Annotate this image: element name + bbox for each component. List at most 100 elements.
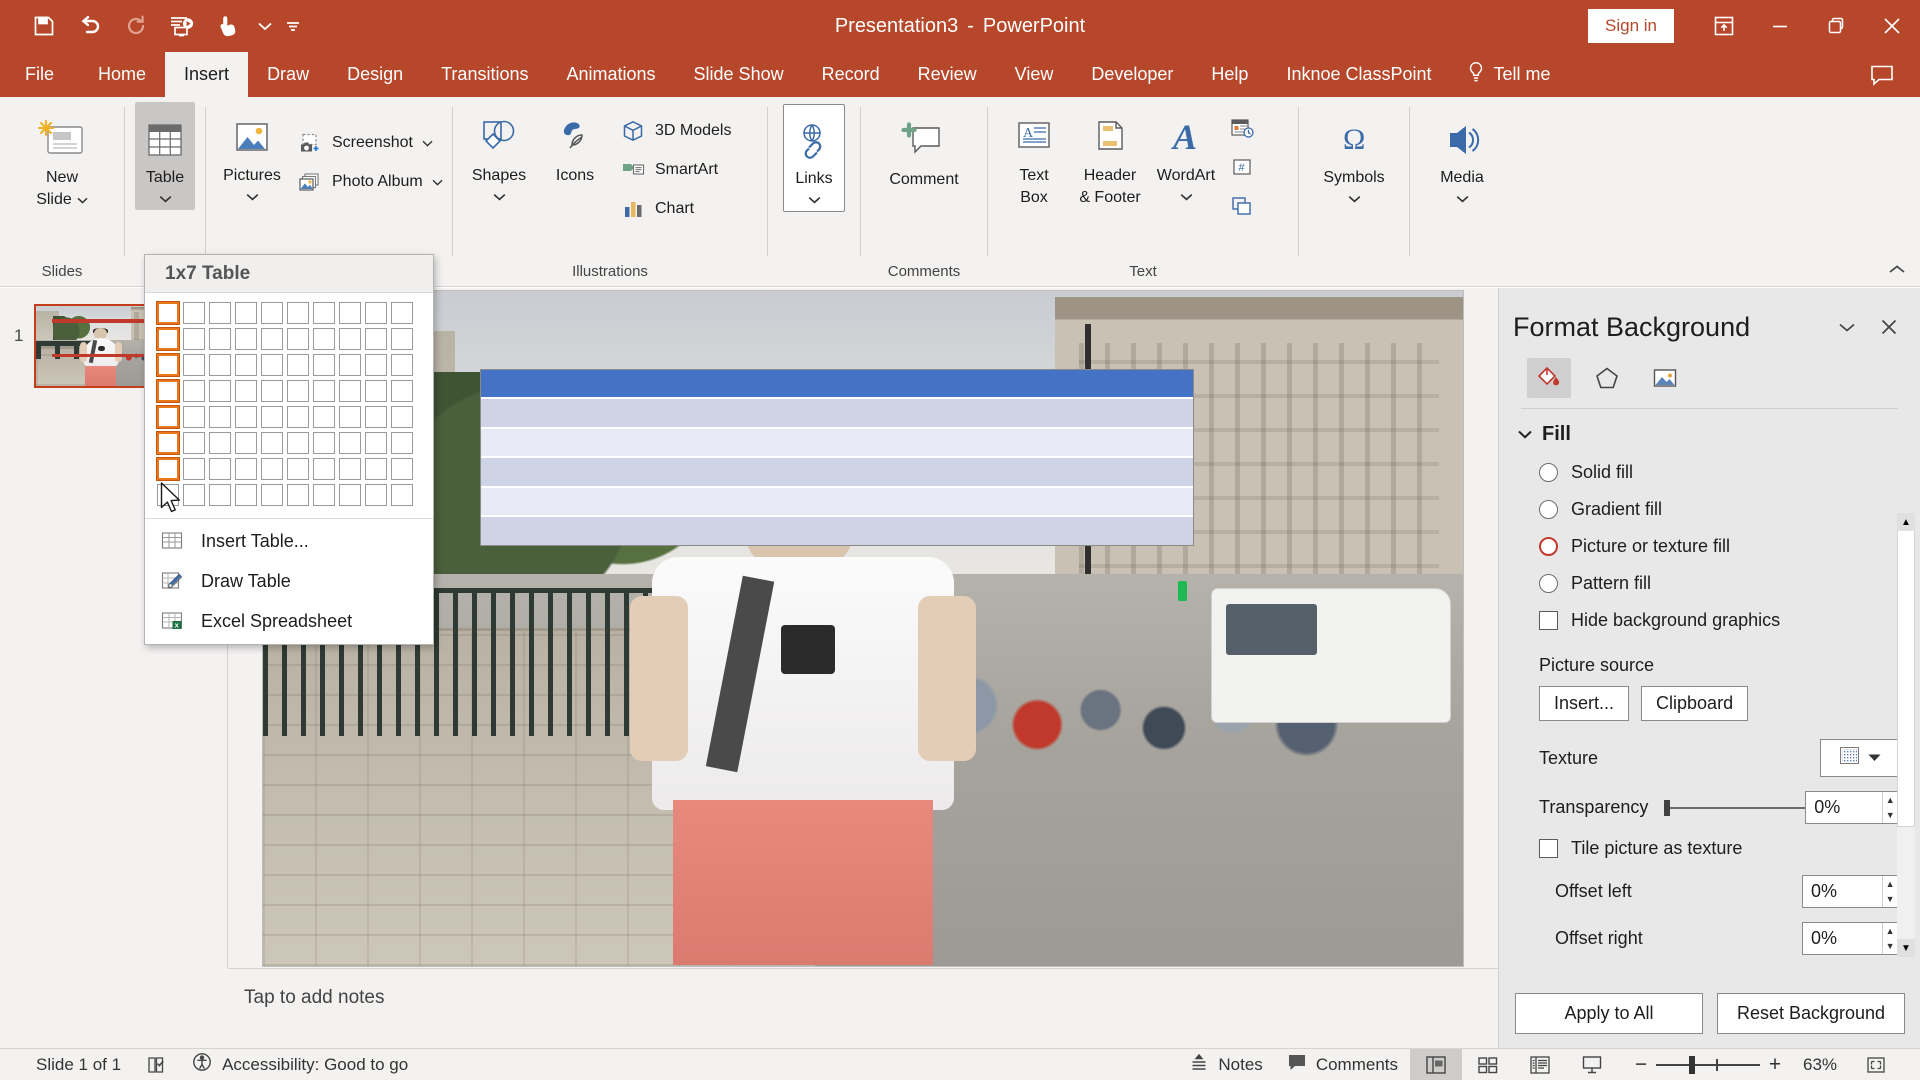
- grid-cell[interactable]: [365, 354, 387, 376]
- spinner-down-icon[interactable]: ▼: [1883, 808, 1897, 824]
- solid-fill-radio[interactable]: Solid fill: [1539, 462, 1898, 483]
- grid-cell[interactable]: [339, 458, 361, 480]
- draw-table-menu-item[interactable]: Draw Table: [145, 561, 433, 601]
- normal-view-button[interactable]: [1410, 1048, 1462, 1080]
- offset-left-spinbox[interactable]: ▲ ▼: [1802, 875, 1898, 908]
- pane-options-chevron-icon[interactable]: [1830, 310, 1864, 344]
- grid-cell[interactable]: [235, 328, 257, 350]
- comments-pane-icon[interactable]: [1858, 56, 1906, 94]
- chevron-down-icon[interactable]: [159, 189, 172, 209]
- picture-or-texture-fill-radio[interactable]: Picture or texture fill: [1539, 536, 1898, 557]
- text-box-button[interactable]: A Text Box: [996, 102, 1072, 209]
- grid-cell[interactable]: [156, 405, 180, 429]
- tab-transitions[interactable]: Transitions: [422, 52, 547, 97]
- qat-overflow-icon[interactable]: [280, 6, 306, 46]
- tab-inknoe-classpoint[interactable]: Inknoe ClassPoint: [1267, 52, 1450, 97]
- tab-file[interactable]: File: [0, 52, 79, 97]
- grid-cell[interactable]: [287, 354, 309, 376]
- grid-cell[interactable]: [313, 380, 335, 402]
- shapes-button[interactable]: Shapes: [461, 102, 537, 208]
- grid-cell[interactable]: [235, 380, 257, 402]
- close-icon[interactable]: [1864, 0, 1920, 52]
- offset-left-input[interactable]: [1803, 876, 1883, 907]
- grid-cell[interactable]: [156, 379, 180, 403]
- grid-cell[interactable]: [235, 458, 257, 480]
- fit-slide-to-window-button[interactable]: [1850, 1049, 1902, 1080]
- reading-view-button[interactable]: [1514, 1049, 1566, 1080]
- grid-cell[interactable]: [157, 484, 179, 506]
- collapse-ribbon-icon[interactable]: [1884, 258, 1910, 282]
- redo-icon[interactable]: [114, 6, 158, 46]
- spinner-up-icon[interactable]: ▲: [1883, 923, 1897, 939]
- grid-cell[interactable]: [183, 380, 205, 402]
- slide-counter[interactable]: Slide 1 of 1: [24, 1052, 133, 1078]
- grid-cell[interactable]: [209, 458, 231, 480]
- zoom-percent-label[interactable]: 63%: [1790, 1055, 1850, 1075]
- grid-cell[interactable]: [261, 432, 283, 454]
- minimize-icon[interactable]: [1752, 0, 1808, 52]
- grid-cell[interactable]: [261, 458, 283, 480]
- ribbon-display-options-icon[interactable]: [1696, 0, 1752, 52]
- grid-cell[interactable]: [156, 431, 180, 455]
- hide-background-graphics-checkbox[interactable]: Hide background graphics: [1539, 610, 1898, 631]
- grid-cell[interactable]: [287, 302, 309, 324]
- grid-cell[interactable]: [261, 406, 283, 428]
- language-proofing-icon[interactable]: [133, 1051, 179, 1079]
- apply-to-all-button[interactable]: Apply to All: [1515, 993, 1703, 1034]
- grid-cell[interactable]: [156, 301, 180, 325]
- grid-cell[interactable]: [209, 406, 231, 428]
- grid-cell[interactable]: [209, 328, 231, 350]
- offset-right-spinbox[interactable]: ▲ ▼: [1802, 922, 1898, 955]
- grid-cell[interactable]: [365, 406, 387, 428]
- grid-cell[interactable]: [339, 406, 361, 428]
- symbols-button[interactable]: Ω Symbols: [1316, 102, 1392, 210]
- header-footer-button[interactable]: Header & Footer: [1072, 102, 1148, 209]
- grid-cell[interactable]: [287, 484, 309, 506]
- clipboard-button[interactable]: Clipboard: [1641, 686, 1749, 721]
- grid-cell[interactable]: [391, 328, 413, 350]
- grid-cell[interactable]: [209, 302, 231, 324]
- tab-record[interactable]: Record: [803, 52, 899, 97]
- slide-table-preview[interactable]: [480, 368, 1195, 546]
- accessibility-status[interactable]: Accessibility: Good to go: [179, 1048, 420, 1080]
- grid-cell[interactable]: [183, 354, 205, 376]
- zoom-in-button[interactable]: +: [1760, 1050, 1790, 1080]
- grid-cell[interactable]: [365, 302, 387, 324]
- grid-cell[interactable]: [287, 458, 309, 480]
- grid-cell[interactable]: [209, 484, 231, 506]
- save-icon[interactable]: [22, 6, 66, 46]
- grid-cell[interactable]: [261, 354, 283, 376]
- grid-cell[interactable]: [235, 302, 257, 324]
- scroll-down-icon[interactable]: ▼: [1897, 939, 1915, 957]
- grid-cell[interactable]: [339, 328, 361, 350]
- grid-cell[interactable]: [183, 302, 205, 324]
- effects-tab[interactable]: [1585, 358, 1629, 398]
- comments-button[interactable]: Comments: [1275, 1049, 1410, 1080]
- grid-cell[interactable]: [339, 380, 361, 402]
- grid-cell[interactable]: [339, 354, 361, 376]
- grid-cell[interactable]: [391, 484, 413, 506]
- slideshow-button[interactable]: [1566, 1049, 1618, 1080]
- object-icon[interactable]: [1224, 188, 1260, 224]
- grid-cell[interactable]: [183, 458, 205, 480]
- transparency-slider[interactable]: [1660, 799, 1806, 817]
- grid-cell[interactable]: [313, 328, 335, 350]
- zoom-out-button[interactable]: −: [1626, 1050, 1656, 1080]
- table-size-grid[interactable]: [145, 293, 433, 514]
- tab-design[interactable]: Design: [328, 52, 422, 97]
- texture-picker-button[interactable]: [1820, 739, 1898, 777]
- spinner-down-icon[interactable]: ▼: [1883, 939, 1897, 955]
- grid-cell[interactable]: [391, 302, 413, 324]
- insert-table-menu-item[interactable]: Insert Table...: [145, 521, 433, 561]
- chevron-down-icon[interactable]: [1180, 187, 1193, 207]
- notes-pane[interactable]: Tap to add notes: [228, 968, 1498, 1048]
- grid-cell[interactable]: [261, 484, 283, 506]
- chevron-down-icon[interactable]: [493, 187, 506, 207]
- fill-section-header[interactable]: Fill: [1517, 423, 1898, 446]
- sign-in-button[interactable]: Sign in: [1588, 9, 1674, 43]
- touch-mode-icon[interactable]: [206, 6, 250, 46]
- grid-cell[interactable]: [313, 458, 335, 480]
- slide-canvas[interactable]: [263, 290, 1463, 966]
- grid-cell[interactable]: [156, 327, 180, 351]
- grid-cell[interactable]: [209, 354, 231, 376]
